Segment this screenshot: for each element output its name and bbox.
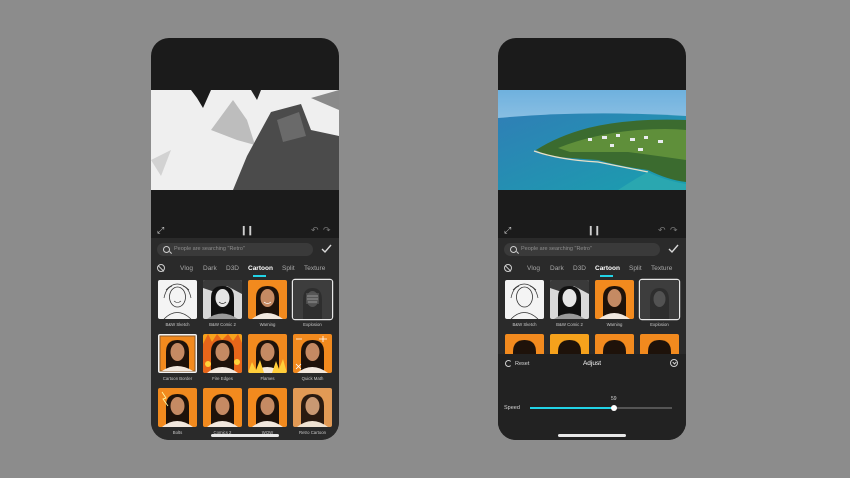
search-icon	[163, 246, 170, 253]
effect-label: Cartoon Border	[162, 376, 193, 381]
effect-thumbnail	[158, 334, 197, 373]
fullscreen-icon[interactable]: ⤢	[504, 224, 511, 236]
search-input[interactable]: People are searching "Retro"	[504, 243, 660, 256]
active-tab-indicator	[253, 275, 266, 277]
search-placeholder: People are searching "Retro"	[521, 246, 592, 252]
check-icon[interactable]	[667, 242, 680, 255]
home-indicator	[558, 434, 626, 437]
pause-icon[interactable]: ❙❙	[240, 224, 254, 236]
effect-thumbnail	[293, 388, 332, 427]
speed-slider[interactable]: 59	[530, 396, 672, 411]
effect-thumbnail	[158, 280, 197, 319]
effect-thumbnail	[203, 334, 242, 373]
effect-label: Warning	[259, 322, 276, 327]
speed-slider-fill	[530, 407, 614, 409]
tab-texture[interactable]: Texture	[651, 264, 672, 273]
effect-thumbnail	[505, 280, 544, 319]
effect-label: Quick Math	[301, 376, 324, 381]
effect-label: Warning	[606, 322, 623, 327]
no-effect-icon[interactable]	[157, 264, 165, 272]
effect-label: Bolts	[172, 430, 183, 435]
phone-right: ⤢ ❙❙ ↶ ↷ People are searching "Retro" Vl…	[498, 38, 686, 440]
tab-vlog[interactable]: Vlog	[527, 264, 540, 273]
speed-slider-handle[interactable]	[610, 404, 617, 411]
effect-thumbnail	[203, 280, 242, 319]
undo-icon[interactable]: ↶	[658, 224, 666, 236]
search-input[interactable]: People are searching "Retro"	[157, 243, 313, 256]
video-preview	[498, 90, 686, 190]
tab-d3d[interactable]: D3D	[226, 264, 239, 273]
effect-thumbnail	[203, 388, 242, 427]
effect-thumbnail-selected	[640, 280, 679, 319]
speed-value: 59	[610, 396, 617, 402]
search-icon	[510, 246, 517, 253]
effect-label: B&W Sketch	[512, 322, 537, 327]
effect-label: Fire Edges	[212, 376, 233, 381]
effect-thumbnail	[248, 388, 287, 427]
no-effect-icon[interactable]	[504, 264, 512, 272]
tab-d3d[interactable]: D3D	[573, 264, 586, 273]
effect-label: Retro Cartoon	[299, 430, 326, 435]
tab-cartoon[interactable]: Cartoon	[248, 264, 273, 273]
tab-vlog[interactable]: Vlog	[180, 264, 193, 273]
adjust-header: Reset Adjust	[498, 358, 686, 370]
effect-thumbnail	[158, 388, 197, 427]
tab-dark[interactable]: Dark	[203, 264, 217, 273]
tab-split[interactable]: Split	[629, 264, 642, 273]
collapse-icon[interactable]	[670, 359, 678, 367]
effect-thumbnail-selected	[293, 280, 332, 319]
adjust-sheet: Reset Adjust Speed 59	[498, 354, 686, 440]
effect-label: B&W Comic 2	[556, 322, 583, 327]
home-indicator	[211, 434, 279, 437]
adjust-title: Adjust	[582, 360, 602, 367]
effects-grid: B&W Sketch B&W Comic 2 Warning Explosion	[151, 280, 339, 440]
redo-icon[interactable]: ↷	[670, 224, 678, 236]
check-icon[interactable]	[320, 242, 333, 255]
redo-icon[interactable]: ↷	[323, 224, 331, 236]
tab-dark[interactable]: Dark	[550, 264, 564, 273]
fullscreen-icon[interactable]: ⤢	[157, 224, 164, 236]
effect-thumbnail	[248, 334, 287, 373]
tab-split[interactable]: Split	[282, 264, 295, 273]
video-frame-coastline	[498, 90, 686, 190]
effect-thumbnail	[595, 280, 634, 319]
category-tabs: Vlog Dark D3D Cartoon Split Texture	[498, 262, 686, 277]
effect-thumbnail	[293, 334, 332, 373]
effect-thumbnail	[550, 280, 589, 319]
active-tab-indicator	[600, 275, 613, 277]
effect-label: B&W Comic 2	[209, 322, 236, 327]
tab-texture[interactable]: Texture	[304, 264, 325, 273]
effect-label: Flames	[260, 376, 275, 381]
search-placeholder: People are searching "Retro"	[174, 246, 245, 252]
tab-cartoon[interactable]: Cartoon	[595, 264, 620, 273]
effect-label: Explosion	[303, 322, 322, 327]
undo-icon[interactable]: ↶	[311, 224, 319, 236]
effect-thumbnail	[248, 280, 287, 319]
effects-panel: People are searching "Retro" Vlog Dark D…	[151, 238, 339, 440]
effect-label: B&W Sketch	[165, 322, 190, 327]
video-preview	[151, 90, 339, 190]
category-tabs: Vlog Dark D3D Cartoon Split Texture	[151, 262, 339, 277]
speed-label: Speed	[504, 405, 520, 411]
pause-icon[interactable]: ❙❙	[587, 224, 601, 236]
phone-left: ⤢ ❙❙ ↶ ↷ People are searching "Retro" Vl…	[151, 38, 339, 440]
video-frame-manga	[151, 90, 339, 190]
effect-label: Explosion	[650, 322, 669, 327]
